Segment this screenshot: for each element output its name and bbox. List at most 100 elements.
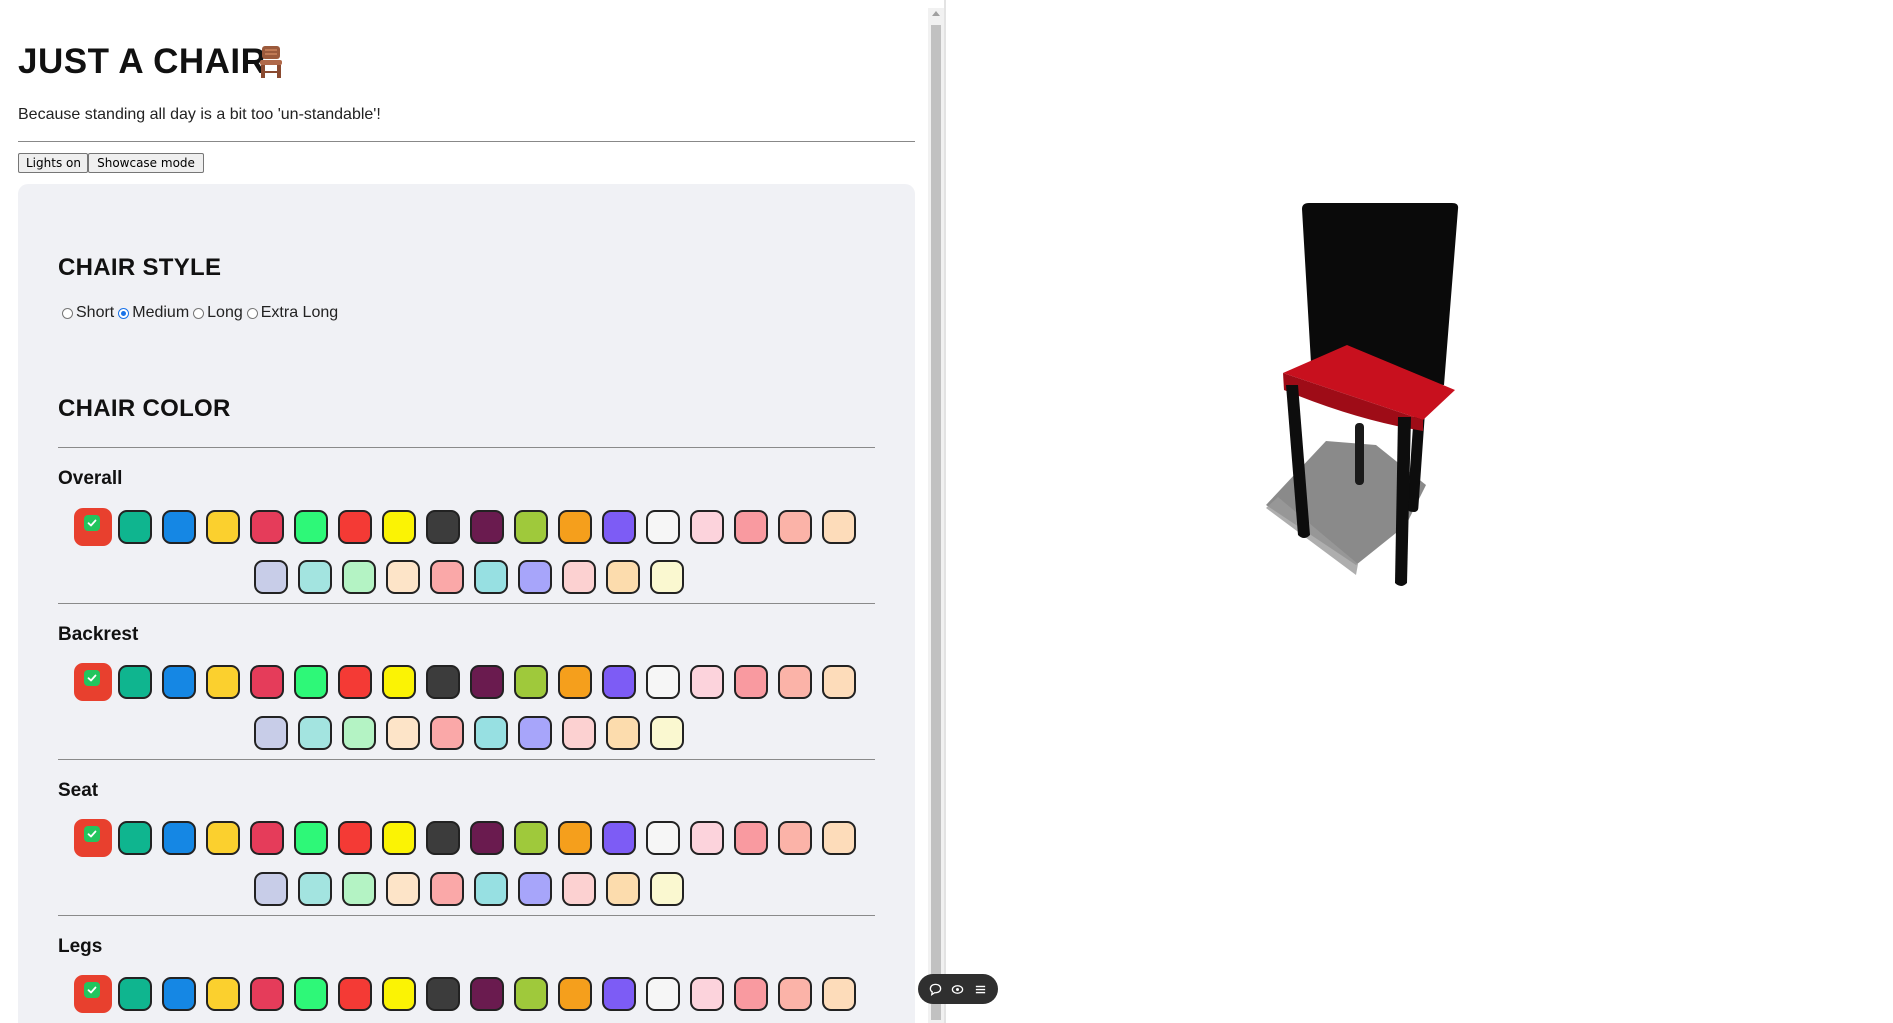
color-swatch[interactable] bbox=[430, 872, 464, 906]
color-swatch[interactable] bbox=[206, 977, 240, 1011]
color-swatch[interactable] bbox=[518, 872, 552, 906]
color-swatch[interactable] bbox=[118, 510, 152, 544]
comment-icon[interactable] bbox=[928, 982, 942, 996]
scrollbar[interactable] bbox=[928, 8, 944, 1023]
color-swatch[interactable] bbox=[470, 510, 504, 544]
color-swatch[interactable] bbox=[470, 977, 504, 1011]
color-swatch[interactable] bbox=[338, 665, 372, 699]
color-swatch[interactable] bbox=[602, 665, 636, 699]
color-swatch[interactable] bbox=[254, 560, 288, 594]
color-swatch[interactable] bbox=[562, 560, 596, 594]
color-swatch[interactable] bbox=[382, 510, 416, 544]
color-swatch[interactable] bbox=[822, 977, 856, 1011]
style-option-short[interactable]: Short bbox=[62, 304, 114, 322]
color-swatch[interactable] bbox=[646, 510, 680, 544]
color-swatch[interactable] bbox=[558, 977, 592, 1011]
color-swatch[interactable] bbox=[298, 560, 332, 594]
color-swatch[interactable] bbox=[690, 821, 724, 855]
color-swatch[interactable] bbox=[250, 977, 284, 1011]
view-icon[interactable] bbox=[951, 982, 965, 996]
color-swatch[interactable] bbox=[778, 510, 812, 544]
color-swatch[interactable] bbox=[118, 821, 152, 855]
style-option-extra-long[interactable]: Extra Long bbox=[246, 304, 338, 322]
color-swatch[interactable] bbox=[206, 510, 240, 544]
style-radio-short[interactable] bbox=[62, 307, 73, 319]
color-swatch[interactable] bbox=[254, 716, 288, 750]
color-swatch[interactable] bbox=[822, 665, 856, 699]
color-swatch[interactable] bbox=[602, 821, 636, 855]
color-swatch[interactable] bbox=[646, 665, 680, 699]
color-swatch[interactable] bbox=[514, 977, 548, 1011]
style-option-medium[interactable]: Medium bbox=[118, 304, 189, 322]
showcase-mode-button[interactable]: Showcase mode bbox=[88, 153, 204, 173]
menu-icon[interactable] bbox=[974, 982, 988, 996]
color-swatch[interactable] bbox=[822, 821, 856, 855]
color-swatch[interactable] bbox=[250, 510, 284, 544]
color-swatch[interactable] bbox=[690, 510, 724, 544]
color-swatch[interactable] bbox=[426, 821, 460, 855]
color-swatch[interactable] bbox=[470, 821, 504, 855]
chair-model[interactable] bbox=[1246, 195, 1486, 595]
color-swatch[interactable] bbox=[514, 510, 548, 544]
color-swatch[interactable] bbox=[382, 665, 416, 699]
style-option-long[interactable]: Long bbox=[193, 304, 243, 322]
color-swatch[interactable] bbox=[118, 665, 152, 699]
color-swatch[interactable] bbox=[514, 665, 548, 699]
color-swatch[interactable] bbox=[118, 977, 152, 1011]
color-swatch[interactable] bbox=[650, 716, 684, 750]
color-swatch-selected[interactable] bbox=[74, 508, 112, 546]
color-swatch[interactable] bbox=[734, 977, 768, 1011]
color-swatch[interactable] bbox=[338, 510, 372, 544]
color-swatch[interactable] bbox=[342, 560, 376, 594]
color-swatch[interactable] bbox=[646, 977, 680, 1011]
color-swatch[interactable] bbox=[294, 821, 328, 855]
color-swatch[interactable] bbox=[206, 665, 240, 699]
color-swatch[interactable] bbox=[474, 560, 508, 594]
style-radio-long[interactable] bbox=[193, 307, 205, 319]
color-swatch[interactable] bbox=[562, 716, 596, 750]
color-swatch[interactable] bbox=[470, 665, 504, 699]
lights-on-button[interactable]: Lights on bbox=[18, 153, 88, 173]
color-swatch[interactable] bbox=[474, 716, 508, 750]
color-swatch[interactable] bbox=[518, 560, 552, 594]
color-swatch[interactable] bbox=[298, 872, 332, 906]
color-swatch[interactable] bbox=[822, 510, 856, 544]
style-radio-medium[interactable] bbox=[118, 307, 130, 319]
color-swatch[interactable] bbox=[606, 560, 640, 594]
color-swatch[interactable] bbox=[518, 716, 552, 750]
color-swatch[interactable] bbox=[778, 665, 812, 699]
color-swatch[interactable] bbox=[558, 665, 592, 699]
color-swatch[interactable] bbox=[426, 977, 460, 1011]
color-swatch[interactable] bbox=[206, 821, 240, 855]
style-radio-extra-long[interactable] bbox=[246, 307, 258, 319]
color-swatch[interactable] bbox=[778, 821, 812, 855]
color-swatch[interactable] bbox=[606, 872, 640, 906]
color-swatch[interactable] bbox=[514, 821, 548, 855]
color-swatch[interactable] bbox=[162, 510, 196, 544]
color-swatch[interactable] bbox=[382, 821, 416, 855]
color-swatch[interactable] bbox=[650, 560, 684, 594]
scrollbar-thumb[interactable] bbox=[931, 25, 941, 1020]
color-swatch[interactable] bbox=[562, 872, 596, 906]
chair-3d-viewer[interactable] bbox=[946, 0, 1893, 1023]
color-swatch[interactable] bbox=[558, 821, 592, 855]
scroll-up-arrow-icon[interactable] bbox=[932, 11, 940, 16]
color-swatch[interactable] bbox=[558, 510, 592, 544]
color-swatch[interactable] bbox=[430, 716, 464, 750]
color-swatch[interactable] bbox=[734, 665, 768, 699]
color-swatch[interactable] bbox=[294, 977, 328, 1011]
color-swatch[interactable] bbox=[386, 716, 420, 750]
color-swatch[interactable] bbox=[650, 872, 684, 906]
color-swatch[interactable] bbox=[294, 510, 328, 544]
color-swatch[interactable] bbox=[474, 872, 508, 906]
color-swatch[interactable] bbox=[162, 821, 196, 855]
color-swatch[interactable] bbox=[162, 665, 196, 699]
color-swatch[interactable] bbox=[646, 821, 680, 855]
color-swatch[interactable] bbox=[254, 872, 288, 906]
color-swatch[interactable] bbox=[250, 821, 284, 855]
color-swatch-selected[interactable] bbox=[74, 975, 112, 1013]
color-swatch[interactable] bbox=[690, 977, 724, 1011]
color-swatch[interactable] bbox=[338, 977, 372, 1011]
color-swatch[interactable] bbox=[382, 977, 416, 1011]
color-swatch[interactable] bbox=[294, 665, 328, 699]
